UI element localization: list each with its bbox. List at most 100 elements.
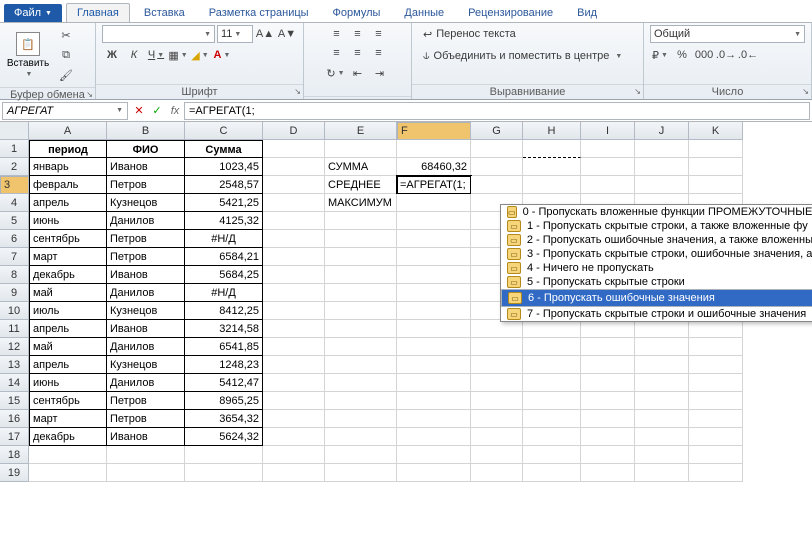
fill-color-button[interactable]: ◢▼ <box>190 46 210 64</box>
cell[interactable]: декабрь <box>29 266 107 284</box>
cell[interactable] <box>325 212 397 230</box>
cell[interactable] <box>263 158 325 176</box>
row-head[interactable]: 6 <box>0 230 29 248</box>
cell[interactable]: Данилов <box>107 338 185 356</box>
cell[interactable] <box>325 266 397 284</box>
cell[interactable] <box>397 320 471 338</box>
cell[interactable]: Иванов <box>107 320 185 338</box>
cell[interactable] <box>263 230 325 248</box>
cell[interactable] <box>263 140 325 158</box>
cell[interactable] <box>397 212 471 230</box>
cell[interactable]: февраль <box>29 176 107 194</box>
insert-function-button[interactable]: fx <box>166 102 184 120</box>
cell[interactable] <box>689 392 743 410</box>
cell[interactable]: 6541,85 <box>185 338 263 356</box>
cell[interactable] <box>325 410 397 428</box>
cell[interactable] <box>581 428 635 446</box>
cell[interactable] <box>397 338 471 356</box>
borders-button[interactable]: ▦▼ <box>168 46 188 64</box>
cell[interactable] <box>523 356 581 374</box>
cell[interactable] <box>397 284 471 302</box>
cell[interactable] <box>29 464 107 482</box>
cell[interactable] <box>635 464 689 482</box>
cell[interactable]: 8965,25 <box>185 392 263 410</box>
cell[interactable] <box>635 140 689 158</box>
cell[interactable]: СРЕДНЕЕ <box>325 176 397 194</box>
cell[interactable] <box>523 338 581 356</box>
cell[interactable] <box>397 374 471 392</box>
cell[interactable]: Кузнецов <box>107 356 185 374</box>
tab-insert[interactable]: Вставка <box>134 4 195 22</box>
cell[interactable] <box>689 464 743 482</box>
col-head-G[interactable]: G <box>471 122 523 140</box>
cell[interactable] <box>471 356 523 374</box>
cell[interactable] <box>581 356 635 374</box>
paste-button[interactable]: 📋 Вставить ▼ <box>6 25 50 85</box>
decrease-font-button[interactable]: A▼ <box>277 25 297 43</box>
decrease-decimal-button[interactable]: .0← <box>738 46 758 64</box>
cell[interactable] <box>107 464 185 482</box>
comma-format-button[interactable]: 000 <box>694 46 714 64</box>
align-bottom-button[interactable]: ≡ <box>369 25 389 43</box>
percent-format-button[interactable]: % <box>672 46 692 64</box>
tooltip-option[interactable]: ▭0 - Пропускать вложенные функции ПРОМЕЖ… <box>501 205 812 219</box>
bold-button[interactable]: Ж <box>102 46 122 64</box>
cell[interactable] <box>397 266 471 284</box>
cell[interactable] <box>523 140 581 158</box>
cell[interactable]: Данилов <box>107 284 185 302</box>
cell[interactable] <box>325 248 397 266</box>
cell[interactable] <box>397 356 471 374</box>
col-head-I[interactable]: I <box>581 122 635 140</box>
cell[interactable] <box>263 464 325 482</box>
cell[interactable] <box>635 410 689 428</box>
tooltip-option[interactable]: ▭1 - Пропускать скрытые строки, а также … <box>501 219 812 233</box>
align-top-button[interactable]: ≡ <box>327 25 347 43</box>
cell[interactable] <box>397 464 471 482</box>
align-middle-button[interactable]: ≡ <box>348 25 368 43</box>
row-head[interactable]: 5 <box>0 212 29 230</box>
increase-font-button[interactable]: A▲ <box>255 25 275 43</box>
cell[interactable] <box>581 338 635 356</box>
cell[interactable] <box>635 338 689 356</box>
row-head[interactable]: 14 <box>0 374 29 392</box>
cell[interactable] <box>263 374 325 392</box>
cell[interactable] <box>263 338 325 356</box>
cell[interactable] <box>325 338 397 356</box>
cell[interactable]: Сумма <box>185 140 263 158</box>
cell[interactable] <box>263 284 325 302</box>
cell[interactable] <box>325 302 397 320</box>
cell[interactable] <box>581 320 635 338</box>
cell[interactable] <box>635 158 689 176</box>
cell[interactable] <box>471 392 523 410</box>
cell[interactable] <box>689 374 743 392</box>
cell[interactable]: период <box>29 140 107 158</box>
cell[interactable] <box>263 212 325 230</box>
cell[interactable] <box>397 392 471 410</box>
cell[interactable] <box>325 374 397 392</box>
cell[interactable] <box>471 338 523 356</box>
row-head[interactable]: 17 <box>0 428 29 446</box>
cell[interactable] <box>471 176 523 194</box>
cell[interactable] <box>689 446 743 464</box>
cell[interactable] <box>263 446 325 464</box>
col-head-C[interactable]: C <box>185 122 263 140</box>
row-head[interactable]: 15 <box>0 392 29 410</box>
cell[interactable] <box>397 248 471 266</box>
tab-page-layout[interactable]: Разметка страницы <box>199 4 319 22</box>
font-name-select[interactable]: ▼ <box>102 25 215 43</box>
cell[interactable]: май <box>29 284 107 302</box>
tab-formulas[interactable]: Формулы <box>323 4 391 22</box>
cell[interactable] <box>689 176 743 194</box>
cell[interactable]: Иванов <box>107 266 185 284</box>
tab-data[interactable]: Данные <box>394 4 454 22</box>
cell[interactable] <box>263 356 325 374</box>
cell[interactable] <box>523 176 581 194</box>
cut-button[interactable]: ✂ <box>56 26 76 44</box>
cell[interactable]: МАКСИМУМ <box>325 194 397 212</box>
row-head[interactable]: 9 <box>0 284 29 302</box>
cell[interactable] <box>263 410 325 428</box>
cell[interactable] <box>325 320 397 338</box>
cell[interactable]: 5684,25 <box>185 266 263 284</box>
row-head[interactable]: 16 <box>0 410 29 428</box>
cell[interactable] <box>471 464 523 482</box>
